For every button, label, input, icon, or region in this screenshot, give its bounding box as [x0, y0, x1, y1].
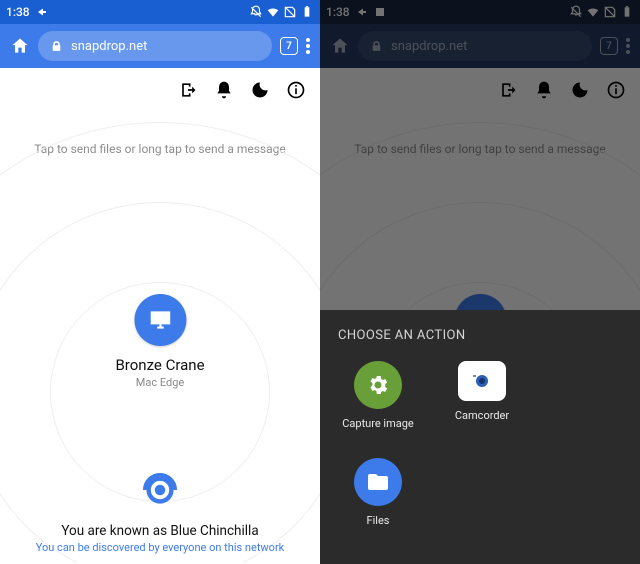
status-bar: 1:38: [0, 0, 320, 24]
info-icon[interactable]: [286, 80, 306, 100]
lock-icon: [50, 40, 63, 53]
app-toolbar: [0, 68, 320, 106]
tab-count[interactable]: 7: [280, 37, 298, 55]
you-sub: You can be discovered by everyone on thi…: [0, 541, 320, 554]
action-camcorder[interactable]: Camcorder: [442, 361, 522, 430]
browser-bar: snapdrop.net 7: [0, 24, 320, 68]
url-box[interactable]: snapdrop.net: [38, 31, 272, 61]
no-sim-icon: [283, 5, 297, 19]
action-label: Capture image: [342, 417, 413, 430]
desktop-icon: [147, 307, 173, 333]
camcorder-icon: [458, 361, 506, 401]
camera-settings-icon: [354, 361, 402, 409]
you-name: You are known as Blue Chinchilla: [0, 523, 320, 539]
phone-right: 1:38 snapdrop.net 7: [320, 0, 640, 564]
action-label: Files: [367, 514, 390, 527]
sheet-title: CHOOSE AN ACTION: [338, 328, 622, 343]
nav-arrow-icon: [36, 6, 48, 18]
beacon-icon: [139, 469, 181, 511]
action-files[interactable]: Files: [338, 458, 418, 527]
you-region: You are known as Blue Chinchilla You can…: [0, 469, 320, 554]
peer-name: Bronze Crane: [115, 356, 204, 374]
peer-device[interactable]: Bronze Crane Mac Edge: [115, 294, 204, 389]
action-sheet: CHOOSE AN ACTION Capture image Camcorder…: [320, 310, 640, 564]
folder-icon: [354, 458, 402, 506]
peer-avatar: [134, 294, 186, 346]
url-text: snapdrop.net: [71, 39, 147, 54]
browser-menu-icon[interactable]: [306, 38, 310, 54]
dark-mode-icon[interactable]: [250, 80, 270, 100]
wifi-icon: [266, 5, 280, 19]
peer-sub: Mac Edge: [115, 376, 204, 389]
action-capture-image[interactable]: Capture image: [338, 361, 418, 430]
install-icon[interactable]: [178, 80, 198, 100]
action-label: Camcorder: [455, 409, 509, 422]
bell-icon[interactable]: [214, 80, 234, 100]
home-icon[interactable]: [10, 36, 30, 56]
status-time: 1:38: [6, 5, 30, 19]
app-content: Tap to send files or long tap to send a …: [0, 106, 320, 562]
battery-icon: [300, 5, 314, 19]
silent-icon: [249, 5, 263, 19]
phone-left: 1:38 snapdrop.net 7: [0, 0, 320, 564]
